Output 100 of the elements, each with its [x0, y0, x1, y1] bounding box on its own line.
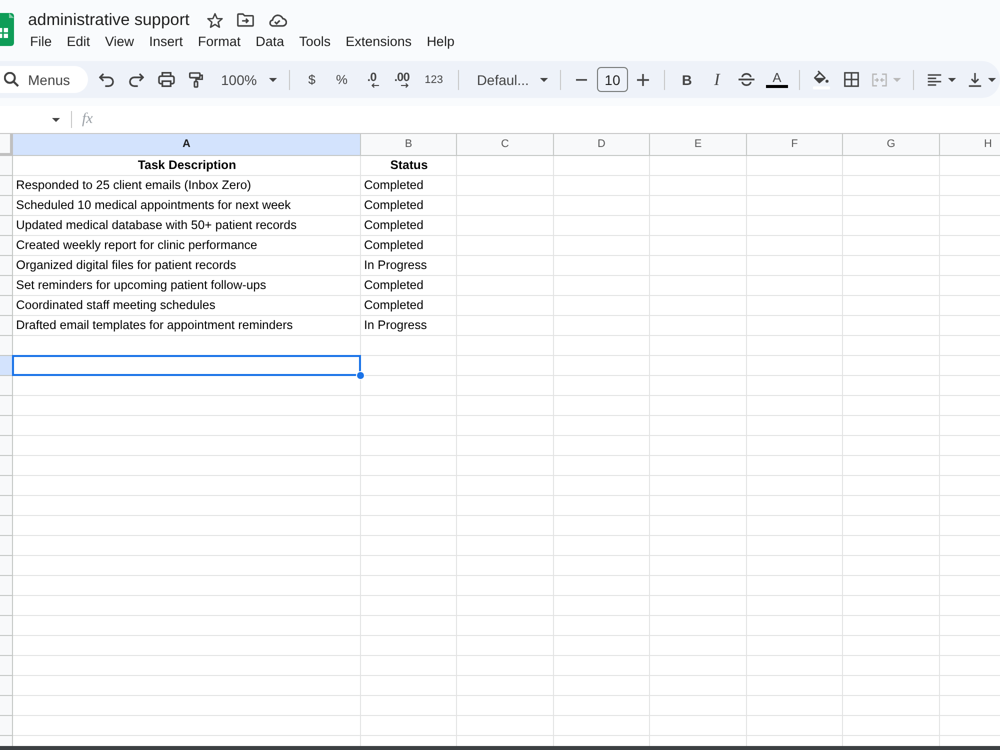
- right-arrow-icon: [400, 82, 409, 88]
- fill-handle-icon[interactable]: [356, 371, 365, 380]
- table-cell: Updated medical database with 50+ patient records: [16, 218, 297, 232]
- undo-icon: [98, 72, 114, 86]
- row-header[interactable]: [0, 156, 13, 176]
- menu-item[interactable]: View: [105, 33, 134, 51]
- italic-button[interactable]: I: [702, 68, 731, 92]
- document-title[interactable]: administrative support: [28, 9, 190, 31]
- font-dropdown[interactable]: Defaul...: [466, 68, 552, 92]
- menu-item[interactable]: Insert: [149, 33, 183, 51]
- menu-item[interactable]: Extensions: [346, 33, 412, 51]
- column-header[interactable]: D: [554, 134, 650, 156]
- row-header[interactable]: [0, 376, 13, 396]
- row-header[interactable]: [0, 476, 13, 496]
- row-header[interactable]: [0, 716, 13, 736]
- table-cell: Organized digital files for patient records: [16, 258, 236, 272]
- row-header[interactable]: [0, 256, 13, 276]
- table-cell: Completed: [364, 178, 424, 192]
- row-header[interactable]: [0, 496, 13, 516]
- star-icon[interactable]: [207, 12, 224, 28]
- table-cell: Completed: [364, 198, 424, 212]
- row-header[interactable]: [0, 656, 13, 676]
- menu-item[interactable]: Edit: [66, 33, 90, 51]
- caret-icon: [892, 78, 901, 82]
- row-header[interactable]: [0, 456, 13, 476]
- header-cell: Status: [390, 158, 428, 172]
- merge-cells-icon: [872, 72, 887, 86]
- font-size-field[interactable]: 10: [596, 67, 628, 92]
- column-header[interactable]: B: [361, 134, 457, 156]
- cloud-check-icon[interactable]: [268, 14, 288, 26]
- row-header[interactable]: [0, 356, 13, 376]
- align-left-icon: [926, 74, 942, 86]
- number-format-button[interactable]: 123: [418, 68, 450, 92]
- menu-item[interactable]: Help: [426, 33, 454, 51]
- row-header[interactable]: [0, 196, 13, 216]
- row-header[interactable]: [0, 336, 13, 356]
- caret-icon: [52, 118, 60, 122]
- print-icon: [158, 72, 174, 87]
- row-header[interactable]: [0, 596, 13, 616]
- zoom-dropdown[interactable]: 100%: [212, 68, 281, 92]
- row-header[interactable]: [0, 236, 13, 256]
- table-cell: Drafted email templates for appointment reminders: [16, 318, 293, 332]
- row-header[interactable]: [0, 396, 13, 416]
- paint-bucket-icon: [813, 70, 830, 90]
- select-all-corner[interactable]: [0, 134, 13, 156]
- column-header[interactable]: C: [457, 134, 554, 156]
- color-bar-icon: [766, 85, 788, 88]
- row-header[interactable]: [0, 636, 13, 656]
- table-cell: Completed: [364, 278, 424, 292]
- row-header[interactable]: [0, 516, 13, 536]
- row-header[interactable]: [0, 616, 13, 636]
- row-header[interactable]: [0, 556, 13, 576]
- table-cell: Created weekly report for clinic performance: [16, 238, 258, 252]
- table-cell: Responded to 25 client emails (Inbox Zero): [16, 178, 252, 192]
- row-header[interactable]: [0, 416, 13, 436]
- caret-icon: [948, 78, 956, 82]
- menu-item[interactable]: File: [30, 33, 52, 51]
- folder-arrow-icon[interactable]: [237, 13, 254, 27]
- row-header[interactable]: [0, 296, 13, 316]
- table-cell: Set reminders for upcoming patient follow-ups: [16, 278, 266, 292]
- row-header[interactable]: [0, 436, 13, 456]
- column-header[interactable]: A: [13, 134, 361, 156]
- redo-icon: [128, 72, 144, 86]
- row-header[interactable]: [0, 576, 13, 596]
- spreadsheet-logo-icon[interactable]: [0, 13, 14, 46]
- selected-cell[interactable]: [12, 355, 361, 376]
- text-color-button[interactable]: A: [762, 68, 791, 92]
- plus-icon: [636, 74, 649, 86]
- minus-icon: [576, 78, 588, 80]
- increase-decimal-button[interactable]: .00: [388, 68, 416, 92]
- left-arrow-icon: [370, 82, 379, 88]
- row-header[interactable]: [0, 276, 13, 296]
- caret-icon: [540, 78, 548, 82]
- currency-button[interactable]: $: [298, 68, 326, 92]
- table-cell: Scheduled 10 medical appointments for next week: [16, 198, 291, 212]
- align-bottom-icon: [968, 72, 982, 87]
- table-cell: Completed: [364, 238, 424, 252]
- menu-item[interactable]: Tools: [299, 33, 331, 51]
- menu-item[interactable]: Format: [198, 33, 241, 51]
- column-header[interactable]: E: [650, 134, 747, 156]
- row-header[interactable]: [0, 216, 13, 236]
- row-header[interactable]: [0, 176, 13, 196]
- menu-search-field[interactable]: Menus: [0, 66, 88, 93]
- table-cell: Completed: [364, 298, 424, 312]
- bold-button[interactable]: B: [672, 68, 701, 92]
- table-cell: Coordinated staff meeting schedules: [16, 298, 216, 312]
- function-label: fx: [82, 111, 93, 128]
- menu-item[interactable]: Data: [256, 33, 284, 51]
- table-cell: Completed: [364, 218, 424, 232]
- table-cell: In Progress: [364, 258, 427, 272]
- column-header[interactable]: F: [747, 134, 843, 156]
- search-icon: [4, 72, 19, 87]
- percent-button[interactable]: %: [328, 68, 356, 92]
- decrease-decimal-button[interactable]: .0: [358, 68, 386, 92]
- row-header[interactable]: [0, 696, 13, 716]
- row-header[interactable]: [0, 536, 13, 556]
- row-header[interactable]: [0, 676, 13, 696]
- column-header[interactable]: G: [843, 134, 940, 156]
- header-cell: Task Description: [138, 158, 236, 172]
- row-header[interactable]: [0, 316, 13, 336]
